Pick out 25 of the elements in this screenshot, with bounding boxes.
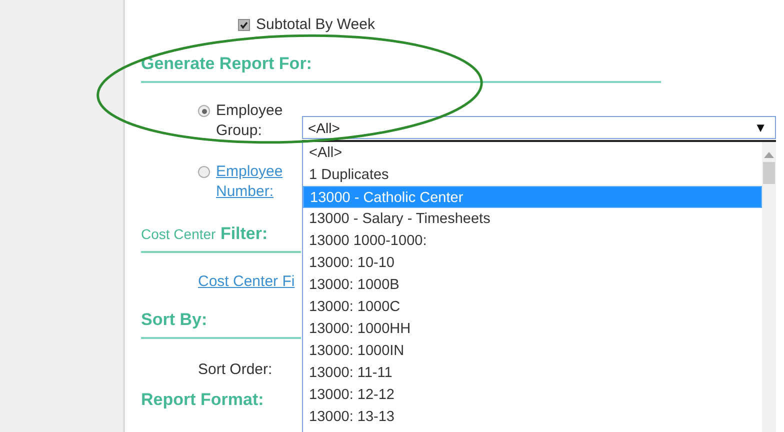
dropdown-option[interactable]: 13000: 12-12 (303, 384, 762, 406)
radio-label: Employee Group: (216, 101, 284, 141)
dropdown-option[interactable]: 13000: 1000B (303, 274, 762, 296)
dropdown-arrow-icon: ▼ (754, 120, 767, 135)
checkbox[interactable] (238, 18, 250, 30)
dropdown-option[interactable]: 1 Duplicates (303, 164, 762, 186)
radio-button[interactable] (198, 166, 210, 178)
field-label: Sort Order: (198, 361, 272, 378)
dropdown-option[interactable]: 13000 1000-1000: (303, 230, 762, 252)
dropdown-option[interactable]: 13000 - Salary - Timesheets (303, 208, 762, 230)
dropdown-option[interactable]: 13000: 13-13 (303, 406, 762, 428)
dropdown-option[interactable]: 13000: 1000IN (303, 340, 762, 362)
dropdown-option[interactable]: 13000: 11-11 (303, 362, 762, 384)
section-heading: Sort By: (141, 310, 208, 330)
dropdown-option[interactable]: <All> (303, 142, 762, 164)
dropdown-option[interactable]: 13000: 1000C (303, 296, 762, 318)
dropdown-option[interactable]: 13000: 10-10 (303, 252, 762, 274)
radio-button[interactable] (198, 105, 210, 117)
section-heading: Generate Report For: (141, 54, 312, 74)
scrollbar[interactable] (762, 142, 776, 432)
checkbox-label: Subtotal By Week (256, 16, 375, 33)
dropdown-option[interactable]: 13000: 1000HH (303, 318, 762, 340)
employee-group-select[interactable]: <All> ▼ (302, 116, 776, 139)
section-heading: Cost Center Filter: (141, 224, 268, 244)
section-heading: Report Format: (141, 390, 264, 410)
